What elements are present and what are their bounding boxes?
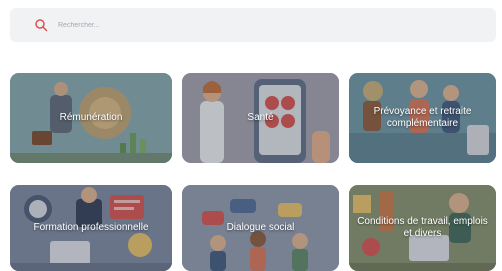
category-card-formation[interactable]: Formation professionnelle	[10, 185, 172, 271]
category-card-conditions[interactable]: Conditions de travail, emplois et divers	[349, 185, 496, 271]
category-card-label: Formation professionnelle	[33, 222, 149, 233]
category-card-label: Dialogue social	[226, 222, 295, 233]
search-bar[interactable]	[10, 8, 496, 42]
category-card-label: Rémunération	[59, 112, 123, 123]
category-card-sante[interactable]: Santé	[182, 73, 339, 163]
search-input[interactable]	[58, 21, 438, 29]
category-card-dialogue[interactable]: Dialogue social	[182, 185, 339, 271]
category-card-label: Conditions de travail, emplois et divers	[357, 216, 488, 239]
category-card-prevoyance[interactable]: Prévoyance et retraite complémentaire	[349, 73, 496, 163]
category-card-remuneration[interactable]: Rémunération	[10, 73, 172, 163]
search-icon	[35, 19, 48, 32]
category-card-label: Santé	[247, 112, 274, 123]
category-card-label: Prévoyance et retraite complémentaire	[373, 106, 472, 129]
